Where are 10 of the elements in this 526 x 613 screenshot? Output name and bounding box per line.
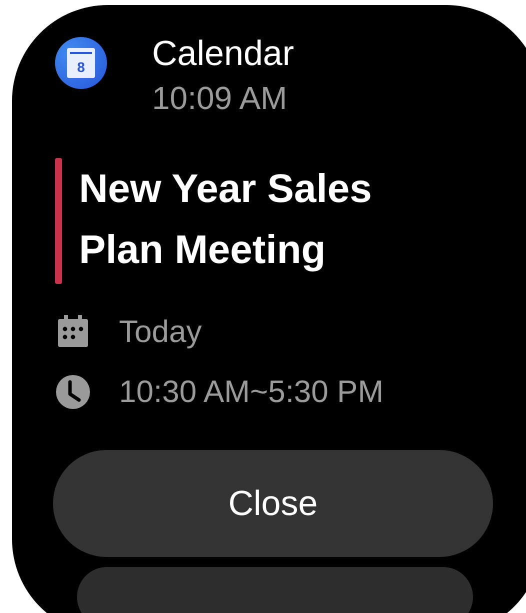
event-detail: 10:30 AM~5:30 PM <box>119 374 384 410</box>
close-button[interactable]: Close <box>53 450 493 557</box>
calendar-app-icon: 8 <box>55 37 107 89</box>
event-detail: Today <box>119 314 202 350</box>
notification-time: 10:09 AM <box>152 79 288 118</box>
event-title: New Year Sales Plan Meeting <box>79 166 373 274</box>
clock-icon <box>55 374 91 410</box>
app-name: Calendar <box>152 33 294 75</box>
partial-button[interactable] <box>77 567 473 613</box>
calendar-icon <box>55 314 91 350</box>
